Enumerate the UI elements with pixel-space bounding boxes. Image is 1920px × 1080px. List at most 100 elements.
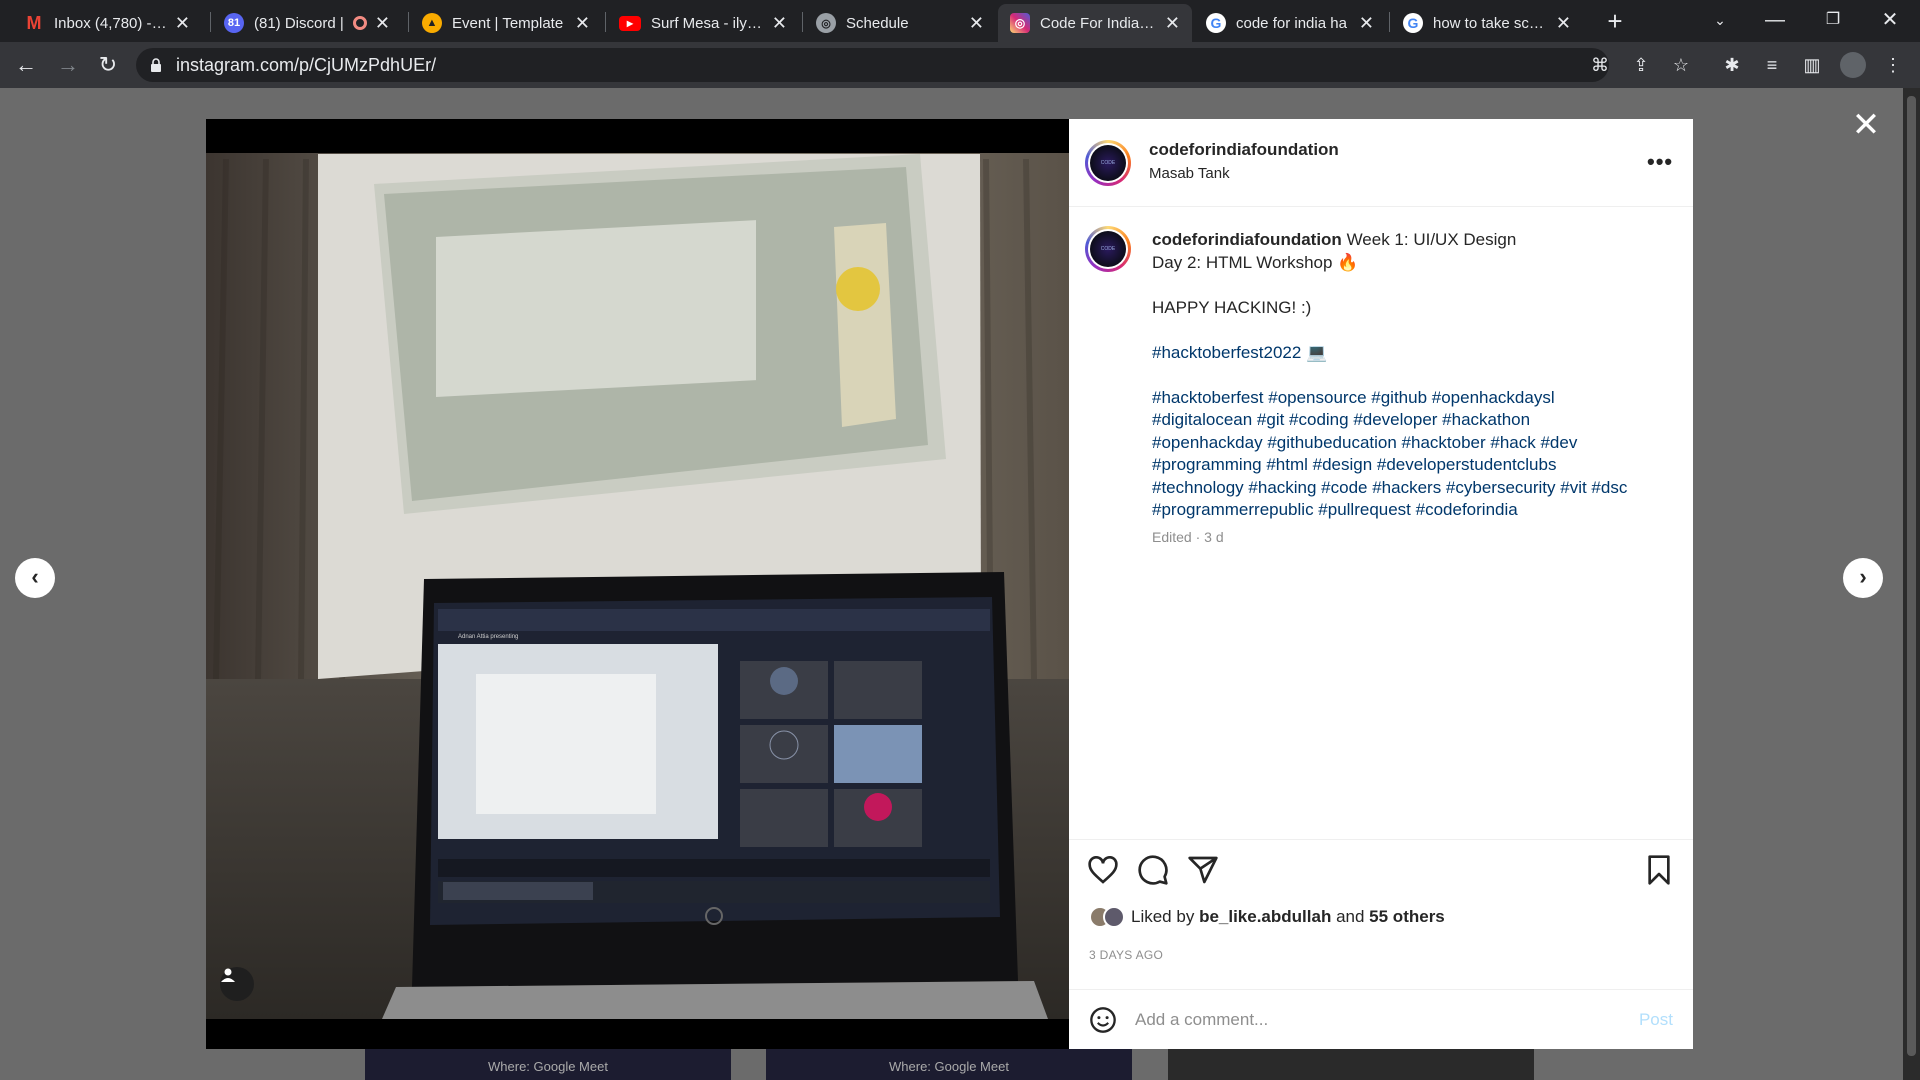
caption-line: codeforindiafoundation Week 1: UI/UX Des… bbox=[1152, 229, 1672, 252]
likes-others-link[interactable]: 55 others bbox=[1369, 907, 1445, 927]
window-close-button[interactable]: ✕ bbox=[1870, 4, 1910, 36]
hashtag-link[interactable]: #hacktoberfest2022 💻 bbox=[1152, 342, 1672, 365]
like-heart-icon[interactable] bbox=[1087, 854, 1119, 886]
post-photo[interactable]: Adnan Attia presenting bbox=[206, 119, 1069, 1049]
profile-avatar[interactable] bbox=[1840, 52, 1866, 78]
edited-time: Edited · 3 d bbox=[1152, 528, 1224, 545]
post-location[interactable]: Masab Tank bbox=[1149, 165, 1230, 182]
next-post-button[interactable]: › bbox=[1843, 558, 1883, 598]
emoji-icon[interactable] bbox=[1089, 1006, 1117, 1034]
comment-box: Add a comment... Post bbox=[1069, 989, 1693, 1049]
background-card-text: Where: Google Meet bbox=[488, 1058, 608, 1074]
tab-title: code for india ha bbox=[1236, 14, 1347, 32]
google-icon: G bbox=[1403, 13, 1423, 33]
youtube-icon: ▶ bbox=[619, 15, 641, 31]
tab-discord[interactable]: 81 (81) Discord | ✕ bbox=[212, 4, 402, 42]
close-icon[interactable]: ✕ bbox=[575, 13, 590, 34]
template-icon: ▲ bbox=[422, 13, 442, 33]
browser-tab-strip: M Inbox (4,780) - ab ✕ 81 (81) Discord |… bbox=[0, 0, 1920, 42]
back-button[interactable]: ← bbox=[10, 50, 42, 80]
share-icon[interactable]: ⇪ bbox=[1628, 52, 1654, 78]
background-card bbox=[1168, 1046, 1534, 1080]
lock-icon[interactable] bbox=[150, 58, 162, 72]
post-actions: Liked by be_like.abdullah and 55 others … bbox=[1069, 839, 1693, 962]
background-card-text: Where: Google Meet bbox=[889, 1058, 1009, 1074]
post-caption: codeforindiafoundation Week 1: UI/UX Des… bbox=[1152, 229, 1672, 548]
hashtag-line[interactable]: #openhackday #githubeducation #hacktober… bbox=[1152, 432, 1672, 455]
likes-and: and bbox=[1336, 907, 1365, 926]
caption-text: Week 1: UI/UX Design bbox=[1346, 230, 1517, 249]
background-card: Where: Google Meet bbox=[365, 1046, 731, 1080]
hashtag-line[interactable]: #hacktoberfest #opensource #github #open… bbox=[1152, 387, 1672, 410]
side-panel-icon[interactable]: ▥ bbox=[1799, 52, 1825, 78]
background-card: Where: Google Meet bbox=[766, 1046, 1132, 1080]
restore-button[interactable]: ❐ bbox=[1813, 4, 1853, 36]
bookmark-star-icon[interactable]: ☆ bbox=[1668, 52, 1694, 78]
reload-button[interactable]: ↻ bbox=[92, 50, 124, 80]
comment-icon[interactable] bbox=[1137, 854, 1169, 886]
recording-icon bbox=[352, 16, 367, 30]
scrollbar-thumb[interactable] bbox=[1907, 96, 1916, 1056]
likes-summary: Liked by be_like.abdullah and 55 others bbox=[1089, 906, 1445, 928]
close-icon[interactable]: ✕ bbox=[1165, 13, 1180, 34]
liker-username[interactable]: be_like.abdullah bbox=[1199, 907, 1331, 927]
post-image bbox=[206, 119, 1069, 1049]
profile-avatar[interactable]: CODE bbox=[1085, 140, 1131, 186]
close-icon[interactable]: ✕ bbox=[969, 13, 984, 34]
likes-prefix: Liked by bbox=[1131, 907, 1195, 926]
hashtag-line[interactable]: #programmerrepublic #pullrequest #codefo… bbox=[1152, 499, 1672, 522]
save-bookmark-icon[interactable] bbox=[1643, 854, 1675, 886]
post-header: CODE codeforindiafoundation Masab Tank •… bbox=[1069, 119, 1693, 207]
tab-search-icon[interactable]: ⌄ bbox=[1700, 4, 1740, 36]
gmail-icon: M bbox=[26, 12, 42, 33]
caption-author[interactable]: codeforindiafoundation bbox=[1152, 230, 1342, 249]
forward-button[interactable]: → bbox=[52, 50, 84, 80]
liker-avatar bbox=[1103, 906, 1125, 928]
tab-google-search-1[interactable]: G code for india ha ✕ bbox=[1194, 4, 1386, 42]
tab-instagram[interactable]: ◎ Code For India (@ ✕ bbox=[998, 4, 1192, 42]
tab-title: how to take scree bbox=[1433, 14, 1548, 32]
post-username[interactable]: codeforindiafoundation bbox=[1149, 140, 1339, 160]
close-icon[interactable]: ✕ bbox=[175, 13, 190, 34]
close-modal-button[interactable]: ✕ bbox=[1848, 108, 1884, 144]
minimize-button[interactable]: — bbox=[1755, 4, 1795, 36]
caption-text: Day 2: HTML Workshop 🔥 bbox=[1152, 252, 1359, 272]
previous-post-button[interactable]: ‹ bbox=[15, 558, 55, 598]
close-icon[interactable]: ✕ bbox=[1359, 13, 1374, 34]
tab-event-template[interactable]: ▲ Event | Template ✕ bbox=[410, 4, 602, 42]
close-icon[interactable]: ✕ bbox=[1556, 13, 1571, 34]
browser-menu-icon[interactable]: ⋮ bbox=[1880, 52, 1906, 78]
hashtag-line[interactable]: #programming #html #design #developerstu… bbox=[1152, 454, 1672, 477]
hashtag-line[interactable]: #digitalocean #git #coding #developer #h… bbox=[1152, 409, 1672, 432]
tab-gmail[interactable]: M Inbox (4,780) - ab ✕ bbox=[12, 4, 202, 42]
comment-input[interactable]: Add a comment... bbox=[1135, 1010, 1639, 1030]
tab-title: Schedule bbox=[846, 14, 909, 32]
close-icon[interactable]: ✕ bbox=[375, 13, 390, 34]
media-control-icon[interactable]: ≡ bbox=[1759, 52, 1785, 78]
share-icon[interactable] bbox=[1187, 854, 1219, 886]
google-icon: G bbox=[1206, 13, 1226, 33]
new-tab-button[interactable]: + bbox=[1598, 6, 1632, 38]
tab-title: (81) Discord | bbox=[254, 14, 344, 32]
tab-youtube[interactable]: ▶ Surf Mesa - ily (i l ✕ bbox=[607, 4, 799, 42]
tab-schedule[interactable]: ◎ Schedule ✕ bbox=[804, 4, 996, 42]
close-icon[interactable]: ✕ bbox=[772, 13, 787, 34]
tab-google-search-2[interactable]: G how to take scree ✕ bbox=[1391, 4, 1583, 42]
globe-icon: ◎ bbox=[816, 13, 836, 33]
translate-icon[interactable]: ⌘ bbox=[1587, 52, 1613, 78]
caption-author-avatar[interactable]: CODE bbox=[1085, 226, 1131, 272]
tab-title: Surf Mesa - ily (i l bbox=[651, 14, 764, 32]
discord-icon: 81 bbox=[224, 13, 244, 33]
post-comment-button[interactable]: Post bbox=[1639, 1010, 1673, 1030]
post-timestamp[interactable]: 3 DAYS AGO bbox=[1089, 948, 1163, 962]
person-icon bbox=[221, 968, 235, 982]
hashtag-line[interactable]: #technology #hacking #code #hackers #cyb… bbox=[1152, 477, 1672, 500]
page-scrollbar[interactable] bbox=[1903, 88, 1920, 1080]
address-bar[interactable]: instagram.com/p/CjUMzPdhUEr/ bbox=[136, 48, 1609, 82]
more-options-icon[interactable]: ••• bbox=[1647, 149, 1673, 175]
browser-toolbar: ← → ↻ instagram.com/p/CjUMzPdhUEr/ ⌘ ⇪ ☆… bbox=[0, 42, 1920, 88]
tagged-user-icon[interactable] bbox=[220, 967, 254, 1001]
url-text: instagram.com/p/CjUMzPdhUEr/ bbox=[176, 54, 437, 75]
extensions-icon[interactable]: ✱ bbox=[1719, 52, 1745, 78]
